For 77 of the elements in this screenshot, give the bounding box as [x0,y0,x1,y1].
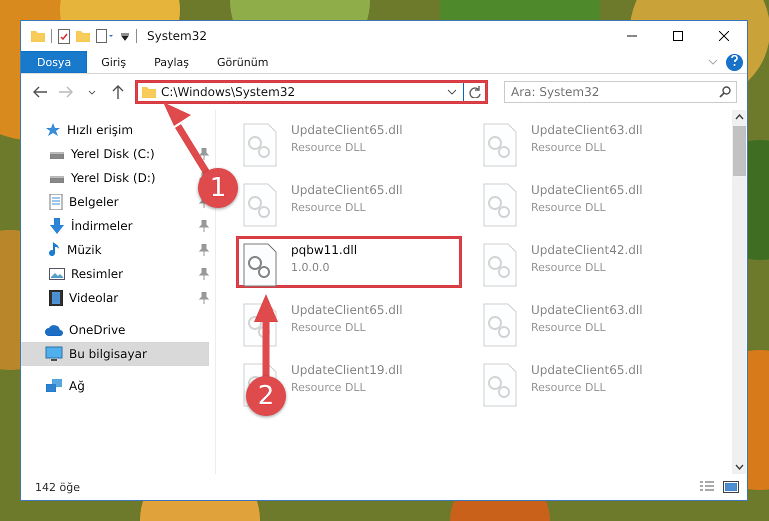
sidebar-item[interactable]: Yerel Disk (C:) [21,142,159,166]
file-detail: Resource DLL [531,261,607,274]
file-detail: 1.0.0.0 [291,261,330,274]
file-item[interactable]: pqbw11.dll 1.0.0.0 [236,236,462,288]
scrollbar-thumb[interactable] [733,126,746,176]
gear-file-icon [243,183,277,227]
download-icon [49,218,65,234]
file-detail: Resource DLL [291,201,367,214]
gear-file-icon [483,123,517,167]
file-detail: Resource DLL [291,381,367,394]
file-detail: Resource DLL [291,141,367,154]
ribbon-tab[interactable]: Paylaş [140,51,203,73]
close-icon [719,31,729,41]
sidebar-item[interactable]: OneDrive [21,318,130,342]
pin-icon [199,268,209,280]
folder-icon [142,86,156,98]
file-detail: Resource DLL [531,381,607,394]
properties-icon [96,29,114,43]
chevron-icon [708,59,718,65]
search-icon [719,86,731,98]
picture-icon [49,268,65,280]
film-icon [49,290,63,306]
sidebar-item[interactable]: İndirmeler [21,214,137,238]
chevron-up-icon [735,114,744,120]
sidebar-item[interactable]: Ağ [21,374,89,398]
sidebar-item[interactable]: Belgeler [21,190,123,214]
sidebar-item[interactable]: Hızlı erişim [21,118,138,142]
checklist-icon [58,28,70,44]
gear-file-icon [483,183,517,227]
chevron-icon [88,90,96,94]
gear-file-icon [243,123,277,167]
gear-file-icon [243,243,277,287]
monitor-icon [45,346,63,362]
refresh-icon [468,86,480,98]
file-detail: Resource DLL [291,321,367,334]
network-icon [45,378,63,394]
window-title: System32 [147,29,208,43]
question-icon [731,55,738,66]
cloud-icon [45,324,63,336]
ribbon-tab[interactable]: Görünüm [203,51,282,73]
pin-icon [199,244,209,256]
item-count: 142 öğe [35,480,81,494]
search-field[interactable]: Ara: System32 [504,81,737,103]
sidebar-item[interactable]: Yerel Disk (D:) [21,166,160,190]
back-arrow-icon [33,86,47,98]
ribbon-tab[interactable]: Dosya [21,51,88,73]
gear-file-icon [483,303,517,347]
scrollbar[interactable] [732,110,747,474]
document-icon [49,194,63,210]
sidebar-item[interactable]: Bu bilgisayar [21,342,209,366]
maximize-icon [673,31,683,41]
file-name: pqbw11.dll [291,243,358,257]
up-arrow-icon [112,85,124,99]
gear-file-icon [483,363,517,407]
music-note-icon [49,242,61,258]
file-detail: Resource DLL [531,201,607,214]
sidebar-item[interactable]: Resimler [21,262,128,286]
forward-arrow-icon [59,86,73,98]
details-view-icon [699,481,715,493]
folder-icon [31,30,45,42]
tiles-view-icon [723,481,739,493]
star-icon [45,123,61,137]
pin-icon [199,220,209,232]
ribbon-tab[interactable]: Giriş [87,51,140,73]
sidebar-item[interactable]: Müzik [21,238,106,262]
file-detail: Resource DLL [531,321,607,334]
address-field[interactable]: C:\Windows\System32 [135,80,488,104]
file-detail: Resource DLL [531,141,607,154]
gear-file-icon [483,243,517,287]
help-button[interactable] [726,54,743,70]
pin-icon [199,292,209,304]
dropdown-icon [120,31,130,41]
chevron-icon [447,89,457,95]
sidebar-item[interactable]: Videolar [21,286,122,310]
folder-icon [76,30,90,42]
chevron-down-icon [735,464,744,470]
pin-icon [199,148,209,160]
